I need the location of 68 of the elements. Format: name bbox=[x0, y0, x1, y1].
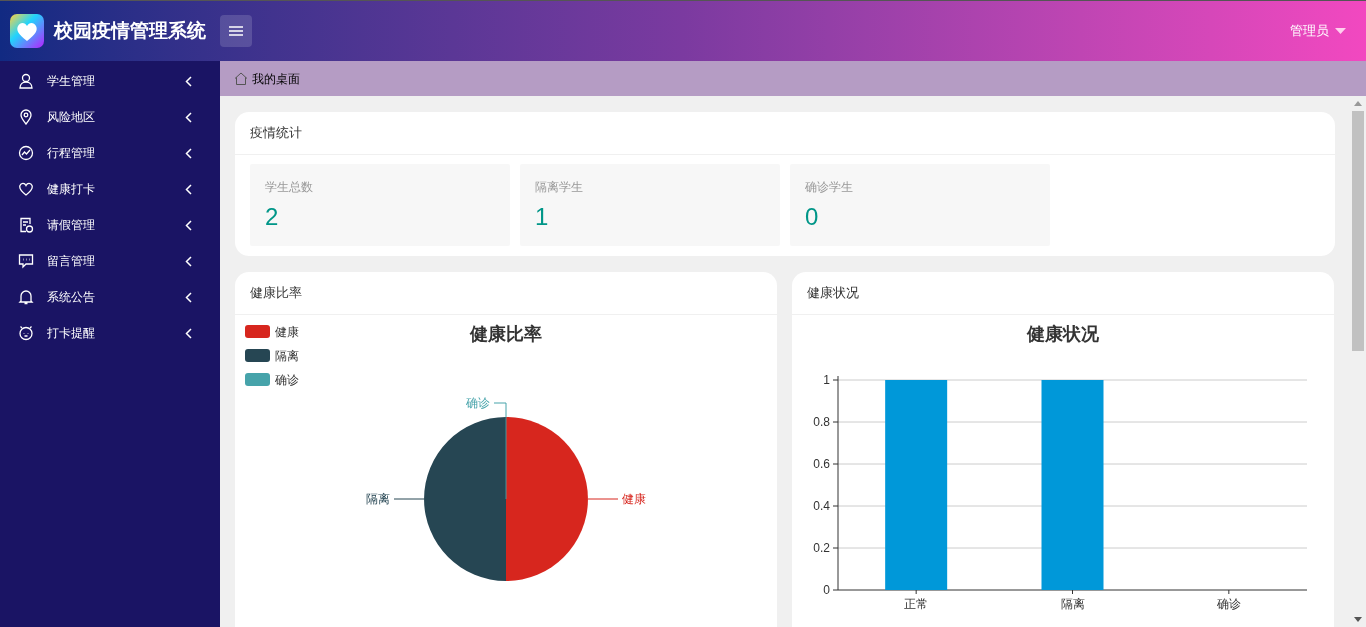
stat-value: 1 bbox=[535, 202, 549, 232]
app-title: 校园疫情管理系统 bbox=[54, 18, 206, 43]
chevron-left-icon bbox=[185, 183, 192, 195]
location-pin-icon bbox=[18, 109, 34, 125]
chevron-left-icon bbox=[185, 291, 192, 303]
scroll-down-icon[interactable] bbox=[1354, 617, 1362, 622]
breadcrumb[interactable]: 我的桌面 bbox=[252, 69, 300, 88]
home-icon bbox=[234, 72, 248, 85]
user-icon bbox=[18, 73, 34, 89]
axis-tick-label: 0 bbox=[823, 583, 830, 597]
slice-label: 确诊 bbox=[466, 396, 490, 410]
scroll-up-icon[interactable] bbox=[1354, 101, 1362, 106]
legend-swatch[interactable] bbox=[245, 373, 270, 386]
legend-swatch[interactable] bbox=[245, 325, 270, 338]
sidebar-item[interactable]: 风险地区 bbox=[0, 99, 220, 135]
axis-tick-label: 0.8 bbox=[813, 415, 830, 429]
sidebar-item[interactable]: 健康打卡 bbox=[0, 171, 220, 207]
sidebar-item[interactable]: 请假管理 bbox=[0, 207, 220, 243]
sidebar-item[interactable]: 学生管理 bbox=[0, 63, 220, 99]
trend-chart-icon bbox=[18, 145, 34, 161]
stat-value: 2 bbox=[265, 202, 279, 232]
card-title: 健康比率 bbox=[250, 284, 302, 303]
stat-value: 0 bbox=[805, 202, 819, 232]
caret-down-icon bbox=[1335, 28, 1346, 34]
chevron-left-icon bbox=[185, 147, 192, 159]
leader-line bbox=[393, 498, 425, 500]
chevron-left-icon bbox=[185, 111, 192, 123]
bell-icon bbox=[18, 289, 34, 305]
axis-category-label: 隔离 bbox=[1060, 597, 1085, 611]
axis-tick-label: 0.4 bbox=[813, 499, 830, 513]
legend-label[interactable]: 隔离 bbox=[275, 349, 299, 363]
sidebar-item[interactable]: 行程管理 bbox=[0, 135, 220, 171]
heart-logo-icon bbox=[10, 14, 44, 48]
stat-label: 隔离学生 bbox=[535, 179, 583, 196]
chevron-left-icon bbox=[185, 75, 192, 87]
axis-category-label: 确诊 bbox=[1216, 597, 1241, 611]
axis-tick-label: 0.6 bbox=[813, 457, 830, 471]
menu-icon bbox=[229, 26, 243, 36]
card-title: 疫情统计 bbox=[250, 124, 302, 143]
slice-label: 隔离 bbox=[366, 492, 390, 506]
heart-icon bbox=[18, 181, 34, 197]
chevron-left-icon bbox=[185, 219, 192, 231]
card-title: 健康状况 bbox=[807, 284, 859, 303]
leader-line bbox=[587, 498, 619, 500]
axis-tick-label: 0.2 bbox=[813, 541, 830, 555]
chart-title: 健康状况 bbox=[1027, 324, 1099, 344]
document-icon bbox=[18, 217, 34, 233]
slice-label: 健康 bbox=[622, 492, 646, 506]
legend-label[interactable]: 确诊 bbox=[275, 373, 299, 387]
chat-bubble-icon bbox=[18, 253, 34, 269]
menu-toggle-button[interactable] bbox=[220, 15, 252, 47]
axis-category-label: 正常 bbox=[904, 597, 929, 611]
leader-line bbox=[493, 402, 507, 418]
bar[interactable] bbox=[1041, 380, 1104, 590]
legend-swatch[interactable] bbox=[245, 349, 270, 362]
sidebar-item[interactable]: 打卡提醒 bbox=[0, 315, 220, 351]
pie-slice[interactable] bbox=[424, 417, 506, 581]
sidebar-item[interactable]: 系统公告 bbox=[0, 279, 220, 315]
legend-label[interactable]: 健康 bbox=[275, 325, 299, 339]
alarm-clock-icon bbox=[18, 325, 34, 341]
sidebar-item[interactable]: 留言管理 bbox=[0, 243, 220, 279]
chevron-left-icon bbox=[185, 255, 192, 267]
axis-tick-label: 1 bbox=[823, 373, 830, 387]
stat-label: 学生总数 bbox=[265, 179, 313, 196]
pie-slice[interactable] bbox=[506, 417, 588, 581]
chart-title: 健康比率 bbox=[470, 324, 542, 344]
chevron-left-icon bbox=[185, 327, 192, 339]
stat-label: 确诊学生 bbox=[805, 179, 853, 196]
